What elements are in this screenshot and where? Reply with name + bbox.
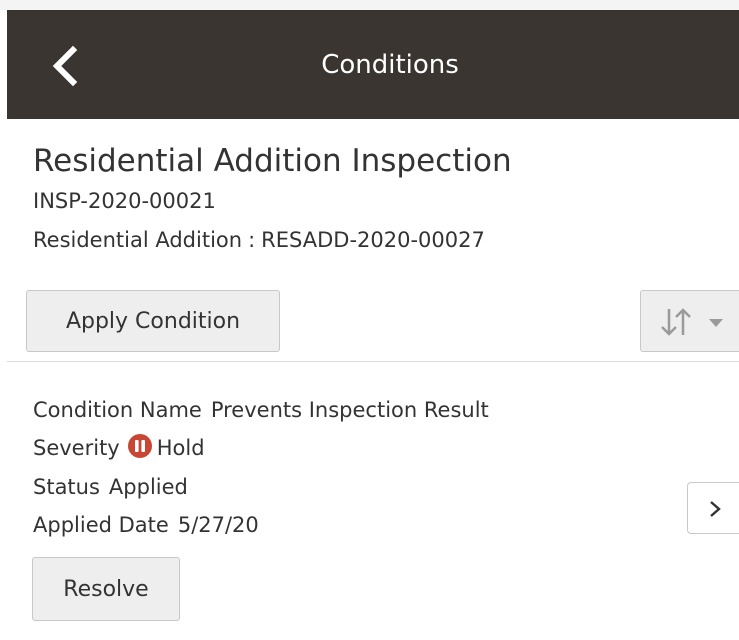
applied-date-row: Applied Date 5/27/20 <box>33 511 259 539</box>
chevron-right-icon <box>710 501 721 517</box>
caret-down-icon <box>709 319 723 327</box>
parent-id: RESADD-2020-00027 <box>261 228 485 252</box>
sort-arrows-icon <box>661 308 691 336</box>
record-id: INSP-2020-00021 <box>33 189 216 213</box>
divider <box>7 361 739 362</box>
parent-separator: : <box>248 228 256 252</box>
applied-date-label: Applied Date <box>33 513 169 537</box>
status-label: Status <box>33 475 100 499</box>
condition-name-label: Condition Name <box>33 398 202 422</box>
top-strip <box>0 0 739 10</box>
parent-type: Residential Addition <box>33 228 243 252</box>
severity-value: Hold <box>156 436 205 460</box>
condition-name-value: Prevents Inspection Result <box>210 398 489 422</box>
sort-button[interactable] <box>640 290 739 352</box>
severity-label: Severity <box>33 436 120 460</box>
conditions-screen: Conditions Residential Addition Inspecti… <box>0 0 739 640</box>
status-value: Applied <box>108 475 188 499</box>
page-title: Conditions <box>321 50 459 80</box>
hold-icon <box>127 434 152 458</box>
condition-name-row: Condition Name Prevents Inspection Result <box>33 396 489 424</box>
record-parent: Residential Addition: RESADD-2020-00027 <box>33 226 485 254</box>
page-header: Conditions <box>7 10 739 119</box>
record-title: Residential Addition Inspection <box>33 143 512 179</box>
severity-row: Severity Hold <box>33 434 205 462</box>
applied-date-value: 5/27/20 <box>177 513 259 537</box>
status-row: Status Applied <box>33 473 188 501</box>
condition-detail-button[interactable] <box>687 482 739 534</box>
apply-condition-button[interactable]: Apply Condition <box>26 290 280 352</box>
resolve-button[interactable]: Resolve <box>32 557 180 621</box>
